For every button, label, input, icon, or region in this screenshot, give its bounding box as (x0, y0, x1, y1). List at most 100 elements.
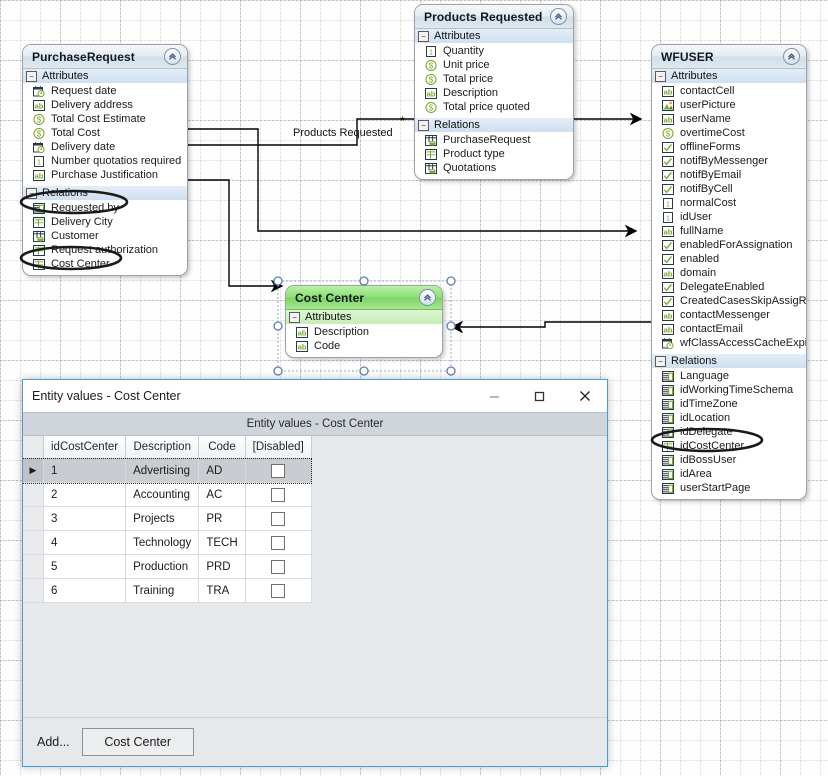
cell-idCostCenter[interactable]: 1 (43, 458, 127, 483)
cell-code[interactable]: AC (198, 482, 246, 507)
entity-field-row[interactable]: enabled (652, 252, 806, 266)
cell-idCostCenter[interactable]: 5 (43, 554, 127, 579)
disabled-checkbox[interactable] (271, 463, 286, 478)
table-row[interactable]: ▶ 1 Advertising AD (23, 457, 313, 484)
entity-header[interactable]: PurchaseRequest (23, 45, 187, 69)
entity-field-row[interactable]: $ Total price (415, 72, 573, 86)
cell-description[interactable]: Production (125, 554, 200, 579)
entity-field-row[interactable]: $ overtimeCost (652, 126, 806, 140)
cell-description[interactable]: Advertising (125, 458, 200, 483)
entity-field-row[interactable]: idArea (652, 467, 806, 481)
table-row[interactable]: 2 Accounting AC (23, 482, 312, 507)
entity-field-row[interactable]: Requested by (23, 201, 187, 215)
entity-header[interactable]: Cost Center (286, 286, 442, 310)
cell-description[interactable]: Training (125, 578, 200, 603)
entity-field-row[interactable]: ab Description (286, 325, 442, 339)
cost-center-button[interactable]: Cost Center (81, 728, 194, 756)
entity-field-row[interactable]: PurchaseRequest (415, 133, 573, 147)
entity-field-row[interactable]: 1 idUser (652, 210, 806, 224)
expand-toggle-icon[interactable]: − (655, 70, 666, 82)
entity-field-row[interactable]: idCostCenter (652, 439, 806, 453)
cell-code[interactable]: TRA (198, 578, 246, 603)
section-attributes[interactable]: − Attributes (23, 69, 187, 83)
expand-toggle-icon[interactable]: − (655, 355, 666, 367)
section-relations[interactable]: − Relations (23, 186, 187, 200)
entity-field-row[interactable]: $ Total Cost Estimate (23, 112, 187, 126)
entity-field-row[interactable]: Delivery City (23, 215, 187, 229)
cell-idCostCenter[interactable]: 6 (43, 578, 127, 603)
entity-field-row[interactable]: ab domain (652, 266, 806, 280)
entity-field-row[interactable]: DelegateEnabled (652, 280, 806, 294)
expand-toggle-icon[interactable]: − (26, 187, 37, 199)
cell-disabled[interactable] (245, 530, 312, 555)
entity-field-row[interactable]: idTimeZone (652, 397, 806, 411)
collapse-chevron-icon[interactable] (550, 8, 567, 25)
cell-disabled[interactable] (245, 554, 312, 579)
entity-field-row[interactable]: $ Total Cost (23, 126, 187, 140)
entity-field-row[interactable]: notifByMessenger (652, 154, 806, 168)
entity-field-row[interactable]: Language (652, 369, 806, 383)
values-grid-area[interactable]: idCostCenter Description Code [Disabled] ▶ … (23, 436, 607, 717)
entity-field-row[interactable]: ab userName (652, 112, 806, 126)
entity-field-row[interactable]: idDelegate (652, 425, 806, 439)
section-attributes[interactable]: − Attributes (415, 29, 573, 43)
entity-field-row[interactable]: 1 Number quotatios required (23, 154, 187, 168)
entity-field-row[interactable]: $ Unit price (415, 58, 573, 72)
section-attributes[interactable]: − Attributes (286, 310, 442, 324)
entity-field-row[interactable]: ab contactCell (652, 84, 806, 98)
expand-toggle-icon[interactable]: − (418, 119, 429, 131)
entity-field-row[interactable]: Cost Center (23, 257, 187, 271)
expand-toggle-icon[interactable]: − (26, 70, 37, 82)
entity-field-row[interactable]: userPicture (652, 98, 806, 112)
cell-idCostCenter[interactable]: 3 (43, 506, 127, 531)
entity-field-row[interactable]: idLocation (652, 411, 806, 425)
table-row[interactable]: 4 Technology TECH (23, 530, 312, 555)
disabled-checkbox[interactable] (271, 559, 286, 574)
entity-field-row[interactable]: CreatedCasesSkipAssigRules (652, 294, 806, 308)
entity-field-row[interactable]: ab Purchase Justification (23, 168, 187, 182)
entity-field-row[interactable]: ab Description (415, 86, 573, 100)
entity-field-row[interactable]: userStartPage (652, 481, 806, 495)
cell-description[interactable]: Technology (125, 530, 200, 555)
row-selector-cell[interactable] (23, 578, 44, 603)
row-selector-cell[interactable]: ▶ (23, 458, 44, 483)
cell-disabled[interactable] (245, 458, 312, 483)
entity-field-row[interactable]: Quotations (415, 161, 573, 175)
entity-field-row[interactable]: ab fullName (652, 224, 806, 238)
section-relations[interactable]: − Relations (415, 118, 573, 132)
collapse-chevron-icon[interactable] (419, 289, 436, 306)
entity-field-row[interactable]: 1 normalCost (652, 196, 806, 210)
entity-field-row[interactable]: wfClassAccessCacheExpiry (652, 336, 806, 350)
entity-field-row[interactable]: ab Delivery address (23, 98, 187, 112)
entity-products-requested[interactable]: Products Requested − Attributes 1 Quanti… (414, 4, 574, 180)
cell-description[interactable]: Accounting (125, 482, 200, 507)
minimize-icon[interactable] (472, 380, 517, 412)
cell-code[interactable]: AD (198, 458, 246, 483)
maximize-icon[interactable] (517, 380, 562, 412)
cell-disabled[interactable] (245, 506, 312, 531)
disabled-checkbox[interactable] (271, 535, 286, 550)
entity-field-row[interactable]: Request authorization (23, 243, 187, 257)
entity-field-row[interactable]: Delivery date (23, 140, 187, 154)
row-selector-cell[interactable] (23, 482, 44, 507)
section-relations[interactable]: − Relations (652, 354, 806, 368)
entity-field-row[interactable]: ab Code (286, 339, 442, 353)
entity-field-row[interactable]: $ Total price quoted (415, 100, 573, 114)
entity-field-row[interactable]: notifByEmail (652, 168, 806, 182)
cell-code[interactable]: PR (198, 506, 246, 531)
collapse-chevron-icon[interactable] (783, 48, 800, 65)
entity-field-row[interactable]: Customer (23, 229, 187, 243)
cell-description[interactable]: Projects (125, 506, 200, 531)
grid-column-header[interactable]: Code (198, 436, 246, 459)
table-row[interactable]: 5 Production PRD (23, 554, 312, 579)
add-label[interactable]: Add... (37, 735, 70, 749)
entity-field-row[interactable]: Product type (415, 147, 573, 161)
cell-code[interactable]: PRD (198, 554, 246, 579)
row-selector-cell[interactable] (23, 554, 44, 579)
entity-field-row[interactable]: ab contactMessenger (652, 308, 806, 322)
entity-header[interactable]: WFUSER (652, 45, 806, 69)
entity-header[interactable]: Products Requested (415, 5, 573, 29)
grid-column-header[interactable]: idCostCenter (43, 436, 127, 459)
dialog-titlebar[interactable]: Entity values - Cost Center (23, 380, 607, 412)
expand-toggle-icon[interactable]: − (418, 30, 429, 42)
